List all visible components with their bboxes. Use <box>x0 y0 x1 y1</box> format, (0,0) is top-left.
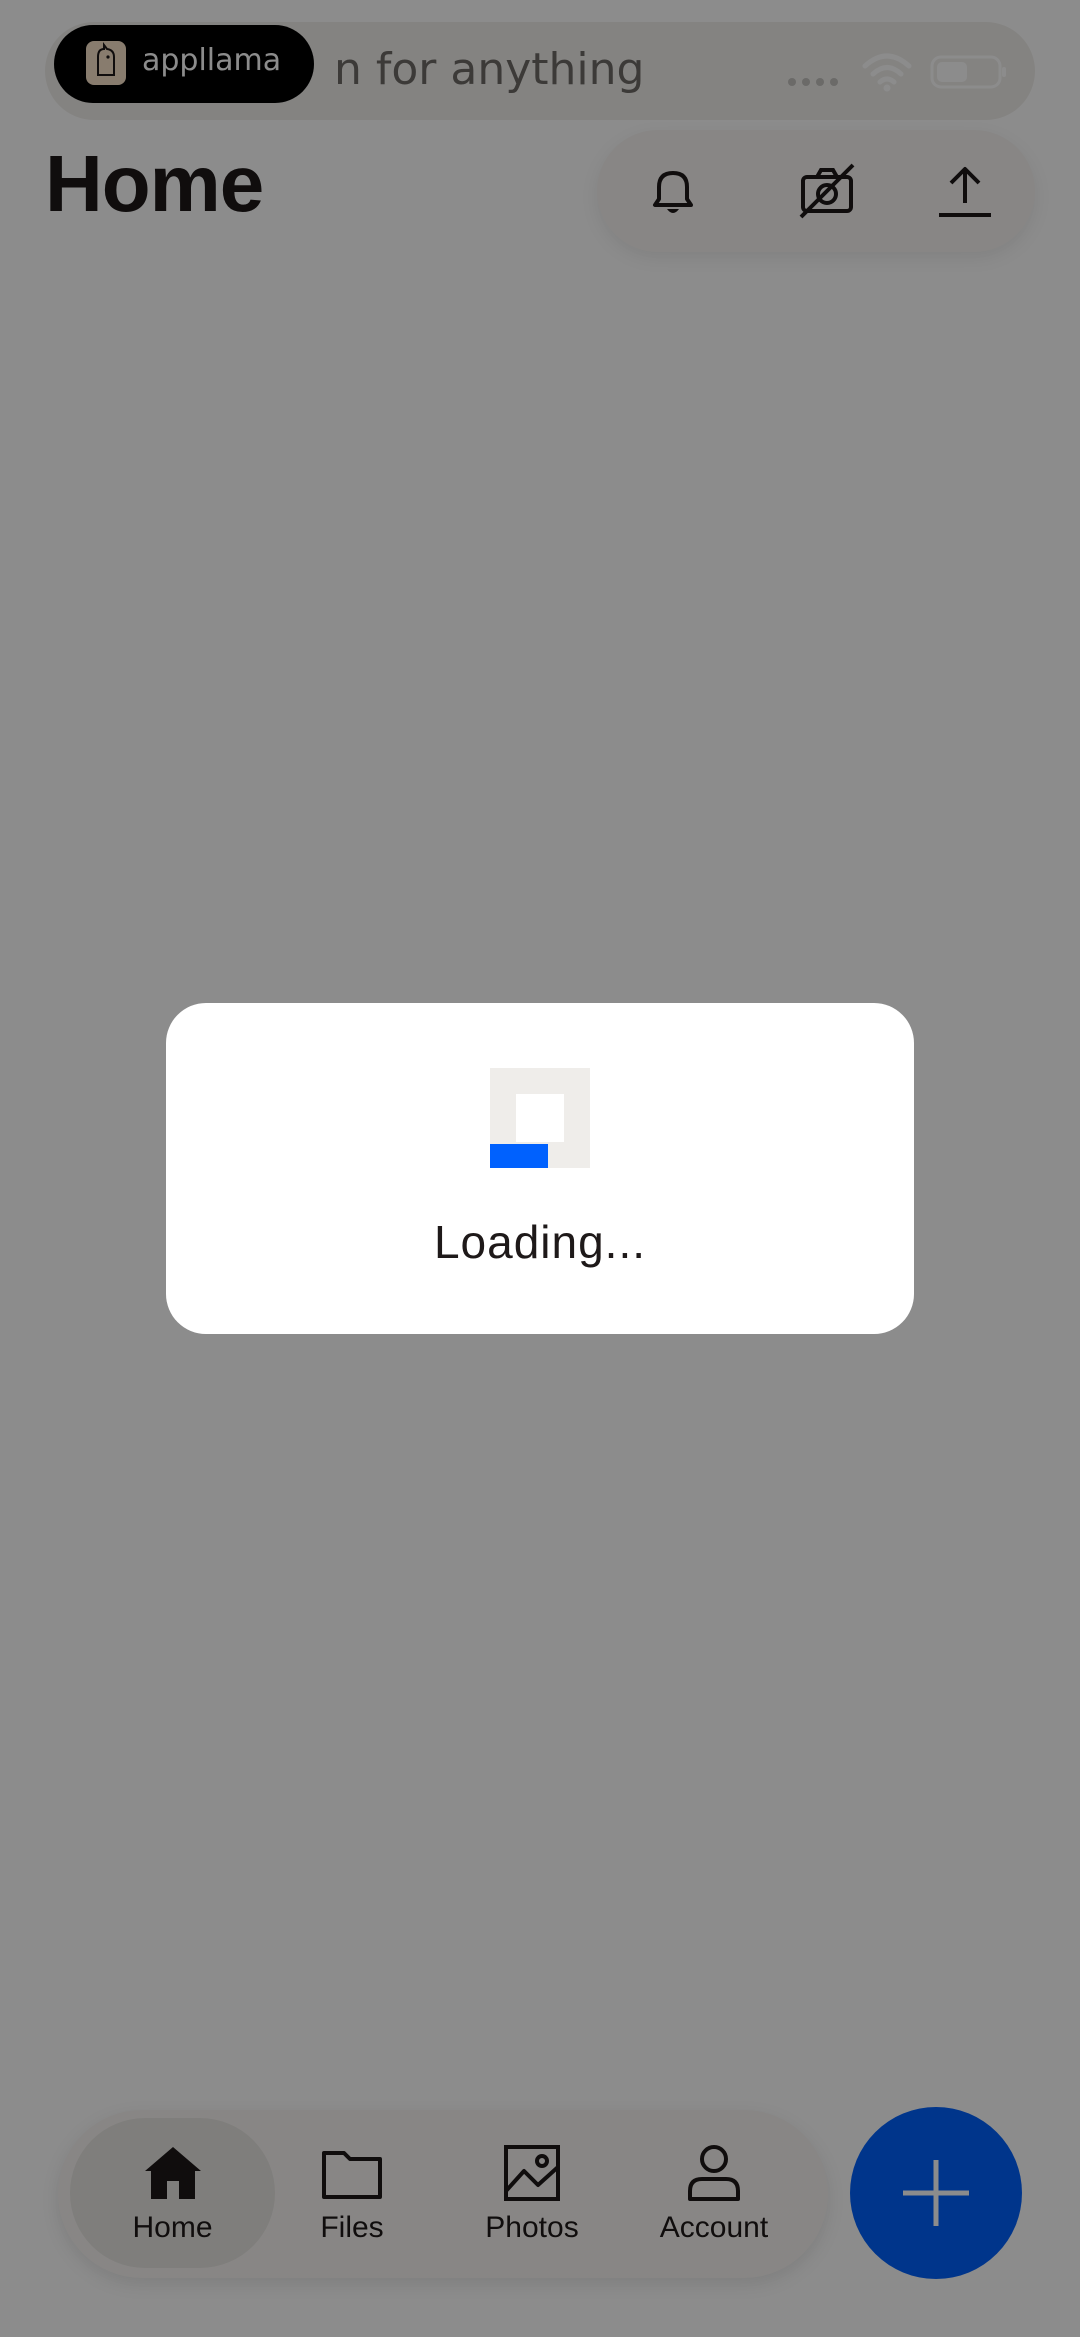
loading-spinner-icon <box>490 1068 590 1168</box>
loading-dialog: Loading... <box>166 1003 914 1334</box>
app-screen: n for anything appllama Home Home Files … <box>0 0 1080 2337</box>
loading-text: Loading... <box>433 1216 647 1268</box>
